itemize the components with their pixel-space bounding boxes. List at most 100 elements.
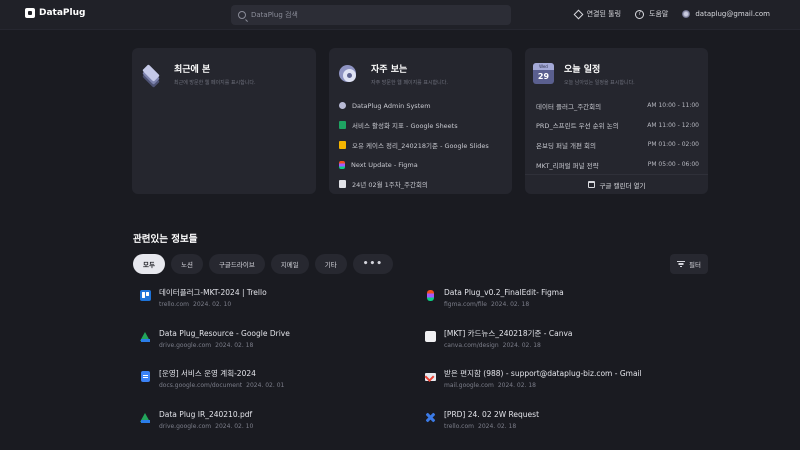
result-title: Data Plug IR_240210.pdf [159,409,253,419]
document-icon [339,180,346,189]
recent-card-header: 최근에 본 최근에 방문한 웹 페이지를 표시합니다. [140,60,256,88]
layers-icon [140,63,164,88]
schedule-time: PM 01:00 - 02:00 [647,141,699,149]
schedule-item[interactable]: 데이터 플러그_주간회의 AM 10:00 - 11:00 [536,96,699,116]
result-domain: drive.google.com [159,422,212,430]
connected-tools-button[interactable]: 연결된 툴링 [573,9,622,19]
schedule-item[interactable]: MKT_리퍼럴 퍼널 전략 PM 05:00 - 06:00 [536,155,699,175]
result-title: 받은 편지함 (988) - support@dataplug-biz.com … [444,369,642,378]
result-meta: drive.google.com 2024. 02. 10 [159,423,253,430]
jira-icon [425,412,436,423]
chip-other[interactable]: 기타 [314,254,347,274]
schedule-name: PRD_스프린트 우선 순위 논의 [536,122,619,131]
calendar-icon-month: Wed [533,63,554,70]
app-name: DataPlug [39,8,86,18]
result-item[interactable]: [PRD] 24. 02 2W Request trello.com 2024. … [425,409,710,450]
chip-all[interactable]: 모두 [133,254,165,274]
frequent-item[interactable]: 24년 02월 1주차_주간회의 [339,174,504,194]
dataplug-logo-icon [25,8,35,18]
calendar-small-icon [587,181,595,188]
result-title: [PRD] 24. 02 2W Request [444,409,540,419]
help-label: 도움말 [649,10,669,18]
top-actions: 연결된 툴링 ? 도움말 dataplug@gmail.com [573,9,770,19]
result-domain: drive.google.com [159,341,212,349]
search-input[interactable] [251,11,491,19]
account-button[interactable]: dataplug@gmail.com [682,10,770,18]
frequent-card-subtitle: 자주 방문한 웹 페이지를 표시합니다. [371,80,448,86]
frequent-card-title: 자주 보는 [371,65,408,75]
filter-button[interactable]: 필터 [670,254,708,274]
filter-icon [677,261,686,267]
google-sheets-icon [339,121,346,130]
connected-tools-label: 연결된 툴링 [586,10,622,18]
result-item[interactable]: 데이터플러그-MKT-2024 | Trello trello.com 2024.… [140,287,425,328]
frequent-item-label: 24년 02월 1주차_주간회의 [352,181,428,190]
calendar-icon: Wed 29 [533,63,554,84]
recent-card: 최근에 본 최근에 방문한 웹 페이지를 표시합니다. [132,48,316,194]
result-meta: trello.com 2024. 02. 10 [159,301,267,308]
app-logo[interactable]: DataPlug [25,8,85,18]
frequent-item[interactable]: 오유 케이스 정리_240218기준 - Google Slides [339,135,504,155]
open-google-calendar-button[interactable]: 구글 캘린더 열기 [525,174,708,194]
result-item[interactable]: [운영] 서비스 운영 계획-2024 docs.google.com/docu… [140,368,425,409]
help-button[interactable]: ? 도움말 [635,9,668,19]
chip-google-drive[interactable]: 구글드라이브 [208,254,265,274]
connected-tools-icon [573,9,584,19]
frequent-item[interactable]: Next Update - Figma [339,155,504,175]
frequent-item-label: 오유 케이스 정리_240218기준 - Google Slides [352,141,489,150]
filter-chips: 모두 노션 구글드라이브 지메일 기타 ••• [133,254,394,274]
schedule-name: MKT_리퍼럴 퍼널 전략 [536,161,599,170]
schedule-time: PM 05:00 - 06:00 [647,161,699,169]
trello-icon [140,290,151,301]
result-title: [MKT] 카드뉴스_240218기준 - Canva [444,328,573,338]
canva-icon [425,330,436,342]
result-item[interactable]: Data Plug_Resource - Google Drive drive.… [140,328,425,369]
result-date: 2024. 02. 18 [502,341,541,349]
frequent-card-header: 자주 보는 자주 방문한 웹 페이지를 표시합니다. [337,60,448,87]
result-date: 2024. 02. 18 [497,382,536,389]
result-meta: docs.google.com/document 2024. 02. 01 [159,382,284,389]
result-domain: trello.com [444,422,474,430]
schedule-name: 데이터 플러그_주간회의 [536,102,602,111]
chip-notion[interactable]: 노션 [170,254,203,274]
chip-gmail[interactable]: 지메일 [270,254,309,274]
schedule-item[interactable]: PRD_스프린트 우선 순위 논의 AM 11:00 - 12:00 [536,116,699,136]
figma-icon [427,290,434,301]
schedule-time: AM 10:00 - 11:00 [647,102,699,110]
gmail-icon [425,371,436,382]
frequent-card: 자주 보는 자주 방문한 웹 페이지를 표시합니다. DataPlug Admi… [329,48,512,194]
frequent-item[interactable]: DataPlug Admin System [339,96,504,116]
result-title: Data Plug_Resource - Google Drive [159,328,290,338]
result-title: Data Plug_v0.2_FinalEdit- Figma [444,288,564,297]
today-card-header: Wed 29 오늘 일정 오늘 남아있는 일정을 표시합니다. [533,60,635,86]
figma-icon [339,160,345,169]
frequent-item[interactable]: 서비스 활성화 지표 - Google Sheets [339,116,504,136]
schedule-time: AM 11:00 - 12:00 [647,121,699,129]
result-meta: figma.com/file 2024. 02. 18 [444,301,564,308]
result-item[interactable]: 받은 편지함 (988) - support@dataplug-biz.com … [425,368,710,409]
result-meta: mail.google.com 2024. 02. 18 [444,382,642,389]
recent-card-subtitle: 최근에 방문한 웹 페이지를 표시합니다. [174,80,256,86]
top-bar: DataPlug 연결된 툴링 ? 도움말 dataplug@gmail.com [0,0,800,30]
result-date: 2024. 02. 18 [478,422,517,430]
frequent-icon [337,63,361,87]
result-date: 2024. 02. 10 [193,301,232,308]
avatar [682,10,691,18]
today-schedule-card: Wed 29 오늘 일정 오늘 남아있는 일정을 표시합니다. 데이터 플러그_… [525,48,708,194]
frequent-item-label: Next Update - Figma [351,160,418,169]
result-item[interactable]: [MKT] 카드뉴스_240218기준 - Canva canva.com/de… [425,328,710,369]
open-google-calendar-label: 구글 캘린더 열기 [599,181,646,190]
related-section-title: 관련있는 정보들 [133,234,198,245]
result-domain: canva.com/design [444,341,499,349]
result-date: 2024. 02. 18 [215,341,254,349]
calendar-icon-day: 29 [537,72,550,81]
result-domain: docs.google.com/document [159,382,243,389]
search-bar[interactable] [231,5,511,25]
result-item[interactable]: Data Plug_v0.2_FinalEdit- Figma figma.co… [425,287,710,328]
account-email: dataplug@gmail.com [695,10,770,18]
chip-more[interactable]: ••• [352,254,394,274]
schedule-item[interactable]: 온보딩 퍼널 개편 회의 PM 01:00 - 02:00 [536,135,699,155]
result-domain: mail.google.com [444,382,494,389]
result-item[interactable]: Data Plug IR_240210.pdf drive.google.com… [140,409,425,450]
frequent-item-label: DataPlug Admin System [352,101,431,110]
